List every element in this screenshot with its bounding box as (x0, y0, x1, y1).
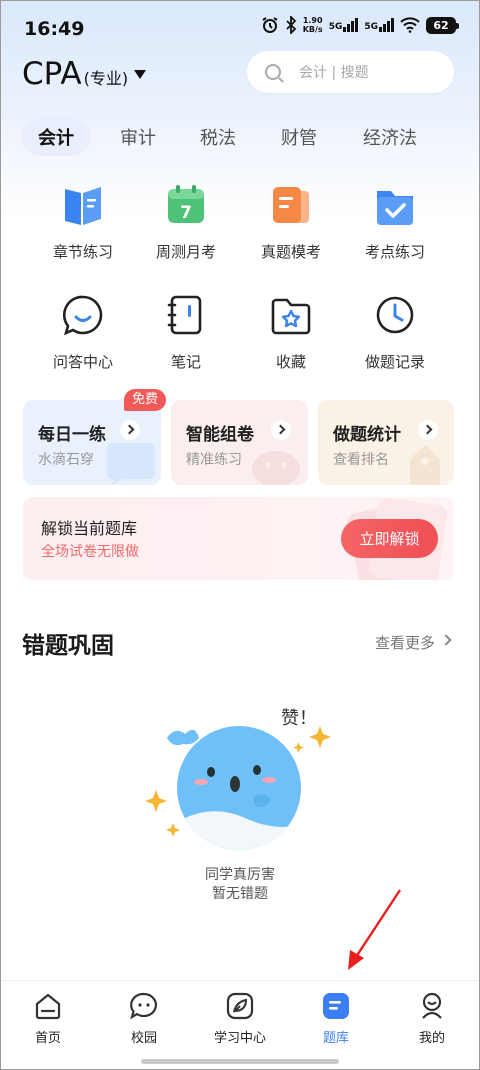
bluetooth-icon (286, 16, 296, 34)
chevron-right-icon (120, 420, 140, 440)
leaf-icon (225, 991, 255, 1021)
svg-text:7: 7 (180, 203, 192, 223)
grid-label: 真题模考 (260, 243, 321, 261)
net-speed-unit: KB/s (302, 25, 323, 34)
search-placeholder: 会计 | 搜题 (299, 65, 369, 81)
free-badge: 免费 (124, 389, 167, 411)
net-speed-value: 1.90 (302, 16, 323, 25)
book-icon (61, 183, 105, 227)
chat-bubble-icon (61, 293, 105, 337)
unlock-now-button[interactable]: 立即解锁 (341, 519, 438, 558)
campus-chat-icon (129, 991, 159, 1021)
nav-label: 题库 (322, 1031, 349, 1046)
grid-label: 章节练习 (52, 243, 113, 261)
grid-label: 问答中心 (52, 353, 113, 371)
nav-question-bank[interactable]: 题库 (288, 981, 384, 1051)
grid-notes[interactable]: 笔记 (131, 293, 241, 372)
card-title: 做题统计 (333, 425, 401, 445)
grid-label: 做题记录 (364, 353, 425, 371)
wifi-icon (400, 17, 420, 33)
tab-shuifa[interactable]: 税法 (184, 118, 252, 156)
grid-label: 考点练习 (364, 243, 425, 261)
status-time: 16:49 (24, 18, 85, 40)
chat-decoration-icon (107, 443, 155, 485)
svg-text:赞！: 赞！ (281, 708, 317, 729)
mascot-illustration: 赞！ (145, 708, 331, 850)
grid-past-exams[interactable]: 真题模考 (236, 183, 346, 262)
exam-subtitle: (专业) (83, 69, 129, 88)
search-box[interactable]: 会计 | 搜题 (247, 51, 454, 93)
star-folder-icon (269, 293, 313, 337)
empty-message-line1: 同学真厉害 (205, 867, 275, 883)
grid-history[interactable]: 做题记录 (340, 293, 450, 372)
grid-qa-center[interactable]: 问答中心 (28, 293, 138, 372)
clock-icon (373, 293, 417, 337)
tab-kuaiji[interactable]: 会计 (22, 118, 90, 156)
grid-label: 笔记 (170, 353, 201, 371)
alarm-icon (262, 17, 278, 33)
card-title: 每日一练 (38, 425, 106, 445)
red-arrow-annotation (348, 889, 402, 970)
nav-campus[interactable]: 校园 (96, 981, 192, 1051)
signal-1-label: 5G (328, 22, 343, 32)
signal-2: 5G (364, 18, 394, 32)
grid-favorites[interactable]: 收藏 (236, 293, 346, 372)
card-subtitle: 精准练习 (186, 452, 242, 468)
chevron-right-icon[interactable] (440, 634, 452, 646)
nav-profile[interactable]: 我的 (384, 981, 480, 1051)
nav-label: 学习中心 (213, 1031, 266, 1046)
exam-selector[interactable]: CPA (专业) (22, 56, 147, 92)
nav-label: 首页 (34, 1031, 61, 1046)
net-speed: 1.90 KB/s (303, 16, 323, 34)
battery-icon: 62 (426, 16, 459, 34)
status-bar: 16:49 1.90 KB/s 5G 5G 62 (0, 0, 480, 58)
grid-label: 周测月考 (155, 243, 216, 261)
signal-2-label: 5G (364, 22, 378, 32)
check-folder-icon (373, 183, 417, 227)
caret-down-icon (134, 69, 147, 79)
card-statistics[interactable]: 做题统计 查看排名 (318, 400, 454, 485)
empty-message-line2: 暂无错题 (212, 886, 268, 902)
tab-caiguan[interactable]: 财管 (265, 118, 333, 156)
card-subtitle: 查看排名 (333, 452, 389, 468)
bottom-nav: 首页 校园 学习中心 题库 我的 (0, 980, 480, 1070)
signal-bars-icon (343, 18, 359, 32)
unlock-banner[interactable]: 解锁当前题库 全场试卷无限做 立即解锁 (23, 497, 454, 580)
home-indicator[interactable] (141, 1059, 339, 1064)
card-daily-practice[interactable]: 每日一练 水滴石穿 (23, 400, 161, 485)
view-more-link[interactable]: 查看更多 (375, 632, 435, 653)
card-title: 智能组卷 (186, 425, 254, 445)
exam-paper-icon (269, 183, 313, 227)
question-bank-icon (321, 991, 351, 1021)
search-icon (265, 64, 281, 80)
subject-tabs: 会计 审计 税法 财管 经济法 (22, 118, 462, 156)
chevron-right-icon (271, 420, 291, 440)
grid-label: 收藏 (275, 353, 306, 371)
profile-icon (417, 991, 447, 1021)
tab-jingjifa[interactable]: 经济法 (350, 118, 430, 156)
grid-weekly-monthly-test[interactable]: 7 周测月考 (131, 183, 241, 262)
nav-label: 校园 (130, 1031, 157, 1046)
calendar-icon: 7 (164, 183, 208, 227)
card-subtitle: 水滴石穿 (38, 452, 94, 468)
notebook-icon (164, 293, 208, 337)
signal-1: 5G (329, 18, 359, 32)
nav-home[interactable]: 首页 (0, 981, 96, 1051)
tab-shenji[interactable]: 审计 (104, 118, 172, 156)
nav-label: 我的 (418, 1031, 445, 1046)
grid-chapter-practice[interactable]: 章节练习 (28, 183, 138, 262)
exam-name: CPA (22, 56, 82, 92)
status-icons: 1.90 KB/s 5G 5G 62 (261, 16, 459, 34)
section-title: 错题巩固 (22, 633, 114, 659)
unlock-title: 解锁当前题库 (41, 519, 138, 538)
grid-key-points[interactable]: 考点练习 (340, 183, 450, 262)
chevron-right-icon (418, 420, 438, 440)
robot-decoration-icon (252, 451, 300, 485)
signal-bars-icon (379, 18, 394, 32)
nav-study-center[interactable]: 学习中心 (192, 981, 288, 1051)
card-smart-paper[interactable]: 智能组卷 精准练习 (171, 400, 308, 485)
trophy-decoration-icon (410, 445, 440, 485)
unlock-subtitle: 全场试卷无限做 (41, 544, 139, 560)
home-icon (33, 991, 63, 1021)
